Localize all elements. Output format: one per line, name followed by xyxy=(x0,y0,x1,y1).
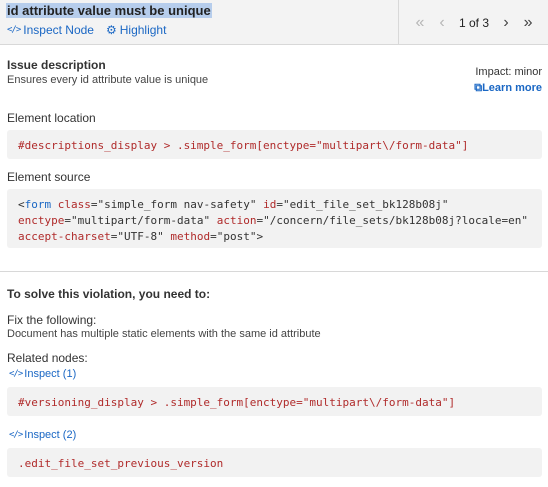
issue-description-heading: Issue description xyxy=(7,58,106,72)
source-token-sym: =" xyxy=(110,230,124,243)
code-icon: </> xyxy=(9,369,23,379)
highlight-link[interactable]: ⚙ Highlight xyxy=(106,23,166,37)
highlight-label: Highlight xyxy=(119,23,167,37)
first-page-icon[interactable]: « xyxy=(409,14,431,32)
inspect-related-2-label: Inspect (2) xyxy=(24,429,77,441)
source-token-sym: =" xyxy=(210,230,224,243)
issue-description-text: Ensures every id attribute value is uniq… xyxy=(7,74,209,86)
next-page-icon[interactable]: › xyxy=(495,14,517,32)
inspect-related-2-link[interactable]: </> Inspect (2) xyxy=(9,429,76,441)
inspect-node-link[interactable]: </> Inspect Node xyxy=(7,23,94,37)
solve-heading: To solve this violation, you need to: xyxy=(7,287,211,301)
source-token-sym: " xyxy=(203,214,217,227)
header-actions: </> Inspect Node ⚙ Highlight xyxy=(7,23,166,37)
highlight-icon: ⚙ xyxy=(105,23,117,37)
source-token-attr: action xyxy=(216,214,257,227)
source-line-2: enctype="multipart/form-data" action="/c… xyxy=(18,214,528,227)
source-token-val: simple_form nav-safety xyxy=(104,198,250,211)
source-tag-name: form xyxy=(24,198,52,211)
last-page-icon[interactable]: » xyxy=(517,14,539,32)
fix-text: Document has multiple static elements wi… xyxy=(7,328,321,340)
source-token-sym: "> xyxy=(249,230,264,243)
source-token-attr: enctype xyxy=(18,214,65,227)
source-token-sym: " xyxy=(249,198,264,211)
section-divider xyxy=(0,271,548,272)
source-token-attr: accept-charset xyxy=(18,230,111,243)
source-token-val: post xyxy=(223,230,250,243)
source-token-sym: =" xyxy=(256,214,270,227)
impact-label: Impact: minor xyxy=(475,66,542,78)
source-token-attr: id xyxy=(263,198,277,211)
issue-title: id attribute value must be unique xyxy=(6,3,212,18)
inspect-related-1-label: Inspect (1) xyxy=(24,368,77,380)
issue-pager: « ‹ 1 of 3 › » xyxy=(398,0,548,45)
source-token-sym: =" xyxy=(64,214,78,227)
source-token-attr: class xyxy=(51,198,91,211)
source-line-1: <form class="simple_form nav-safety" id=… xyxy=(18,198,449,211)
external-link-icon: ⧉ xyxy=(474,82,483,94)
page-count: 1 of 3 xyxy=(459,15,490,30)
source-line-3: accept-charset="UTF-8" method="post"> xyxy=(18,230,263,243)
source-token-attr: method xyxy=(170,230,211,243)
code-icon: </> xyxy=(9,430,23,440)
source-token-sym: =" xyxy=(276,198,290,211)
element-source-label: Element source xyxy=(7,170,91,184)
source-token-val: /concern/file_sets/bk128b08j?locale=en xyxy=(269,214,522,227)
previous-page-icon[interactable]: ‹ xyxy=(431,14,453,32)
source-token-sym: " xyxy=(441,198,449,211)
code-icon: </> xyxy=(7,25,21,35)
inspect-related-1-link[interactable]: </> Inspect (1) xyxy=(9,368,76,380)
element-source-code: <form class="simple_form nav-safety" id=… xyxy=(7,189,542,248)
inspect-node-label: Inspect Node xyxy=(23,23,94,37)
source-token-sym: " xyxy=(521,214,528,227)
element-location-label: Element location xyxy=(7,111,96,125)
source-token-val: multipart/form-data xyxy=(77,214,204,227)
source-token-val: UTF-8 xyxy=(123,230,158,243)
source-token-sym: " xyxy=(157,230,171,243)
learn-more-link[interactable]: ⧉Learn more xyxy=(474,82,542,95)
source-token-sym: =" xyxy=(90,198,105,211)
element-location-code: #descriptions_display > .simple_form[enc… xyxy=(7,130,542,159)
issue-header: id attribute value must be unique </> In… xyxy=(0,0,548,45)
related-node-2-code: .edit_file_set_previous_version xyxy=(7,448,542,477)
related-node-1-code: #versioning_display > .simple_form[encty… xyxy=(7,387,542,416)
related-nodes-heading: Related nodes: xyxy=(7,351,88,365)
fix-heading: Fix the following: xyxy=(7,313,97,327)
learn-more-label: Learn more xyxy=(482,82,542,94)
source-tag-open: < xyxy=(18,198,25,211)
source-token-val: edit_file_set_bk128b08j xyxy=(289,198,442,211)
